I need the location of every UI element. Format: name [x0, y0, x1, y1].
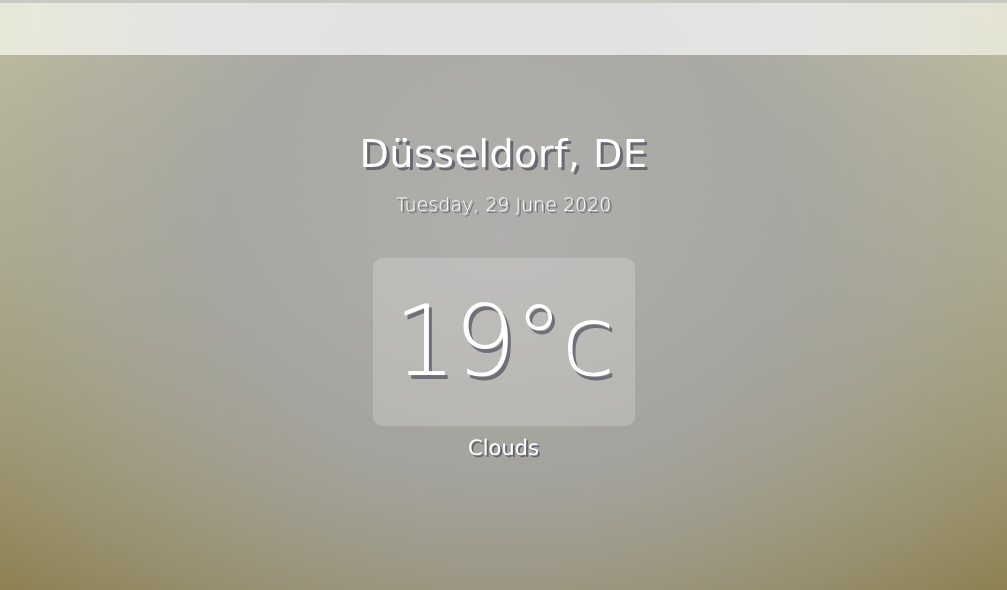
date-label: Tuesday, 29 June 2020: [395, 194, 612, 216]
weather-box: 19°c Clouds: [0, 258, 1007, 460]
location-box: Düsseldorf, DE Tuesday, 29 June 2020: [0, 132, 1007, 216]
location-title: Düsseldorf, DE: [359, 132, 648, 176]
temperature-display: 19°c: [372, 258, 635, 426]
search-input[interactable]: [0, 3, 1007, 55]
weather-condition: Clouds: [468, 436, 539, 460]
